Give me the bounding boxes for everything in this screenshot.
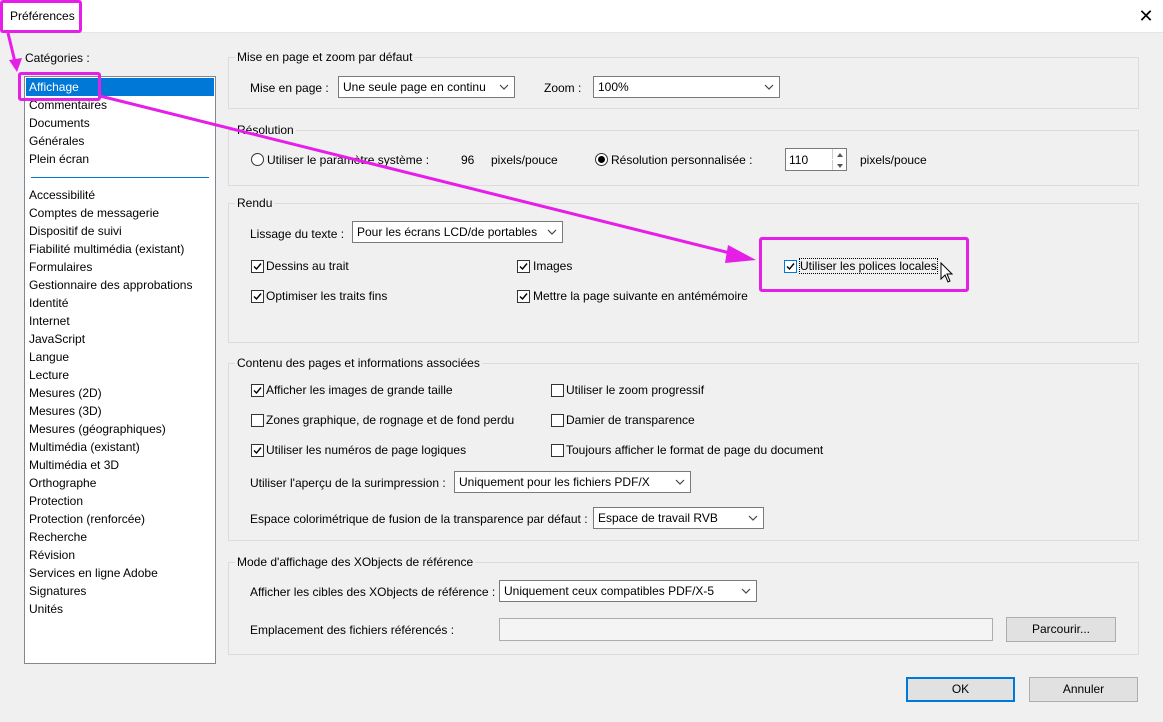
mouse-cursor-icon (940, 262, 954, 283)
annotation-arrows (6, 32, 756, 263)
annotation-arrow-title (6, 32, 17, 63)
arrowhead-icon (9, 58, 22, 72)
arrowhead-icon (725, 245, 756, 263)
annotation-arrow-local-fonts (99, 94, 739, 257)
